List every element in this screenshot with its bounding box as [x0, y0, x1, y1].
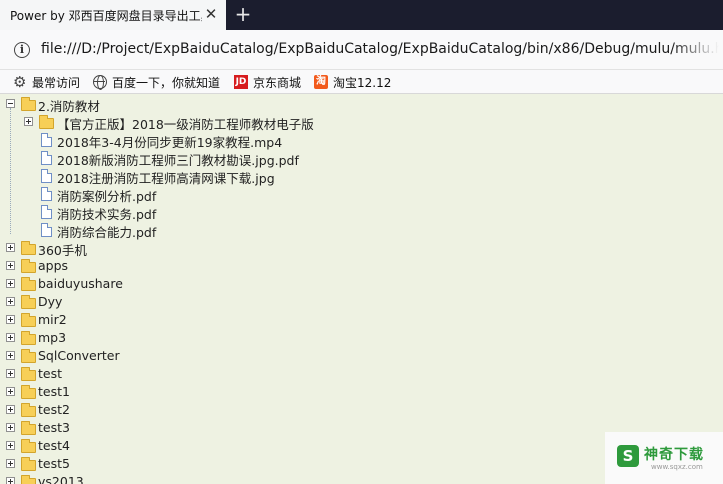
- tree-node-label: mp3: [38, 330, 67, 345]
- tree-node-label: Dyy: [38, 294, 63, 309]
- tree-node-folder[interactable]: test3: [0, 419, 300, 437]
- expand-icon[interactable]: [6, 369, 15, 378]
- expand-icon[interactable]: [6, 279, 15, 288]
- folder-icon: [21, 421, 36, 435]
- folder-icon: [21, 313, 36, 327]
- tree-node-folder[interactable]: test4: [0, 437, 300, 455]
- folder-icon: [21, 97, 36, 111]
- address-bar: i file:///D:/Project/ExpBaiduCatalog/Exp…: [0, 30, 723, 70]
- tree-node-folder[interactable]: test1: [0, 383, 300, 401]
- expand-icon[interactable]: [6, 243, 15, 252]
- bookmark-most-visited[interactable]: ⚙ 最常访问: [13, 73, 80, 91]
- folder-icon: [21, 241, 36, 255]
- close-tab-icon[interactable]: ✕: [204, 7, 218, 22]
- gear-icon: ⚙: [13, 73, 27, 91]
- folder-icon: [21, 331, 36, 345]
- new-tab-icon[interactable]: +: [232, 3, 254, 25]
- folder-icon: [39, 115, 54, 129]
- taobao-icon: 淘: [314, 75, 328, 89]
- expand-icon[interactable]: [6, 261, 15, 270]
- bookmark-label: 最常访问: [32, 75, 81, 90]
- tree-node-folder[interactable]: Dyy: [0, 293, 300, 311]
- bookmark-taobao[interactable]: 淘 淘宝12.12: [314, 73, 391, 91]
- tree-node-label: test: [38, 366, 63, 381]
- file-icon: [41, 169, 52, 183]
- tab-title: Power by 邓西百度网盘目录导出工具: [10, 8, 202, 23]
- expand-icon[interactable]: [6, 477, 15, 484]
- folder-icon: [21, 295, 36, 309]
- tree-node-folder[interactable]: test: [0, 365, 300, 383]
- tree-node-folder[interactable]: 【官方正版】2018一级消防工程师教材电子版: [0, 113, 400, 132]
- tree-node-folder[interactable]: test5: [0, 455, 300, 473]
- expand-icon[interactable]: [6, 351, 15, 360]
- file-icon: [41, 151, 52, 165]
- watermark-url: www.sqxz.com: [651, 463, 703, 471]
- tree-node-folder[interactable]: mp3: [0, 329, 300, 347]
- file-icon: [41, 187, 52, 201]
- info-icon[interactable]: i: [14, 42, 30, 58]
- folder-icon: [21, 385, 36, 399]
- tree-node-folder[interactable]: vs2013: [0, 473, 300, 484]
- tree-node-folder[interactable]: apps: [0, 257, 300, 275]
- bookmark-jd[interactable]: JD 京东商城: [234, 73, 301, 91]
- bookmark-label: 淘宝12.12: [333, 75, 392, 90]
- expand-icon[interactable]: [6, 423, 15, 432]
- globe-icon: [93, 75, 107, 90]
- tree-node-folder[interactable]: test2: [0, 401, 300, 419]
- tree-node-label: test3: [38, 420, 70, 435]
- file-icon: [41, 205, 52, 219]
- bookmark-label: 百度一下，你就知道: [112, 75, 221, 90]
- expand-icon[interactable]: [6, 405, 15, 414]
- tree-node-file[interactable]: 2018年3-4月份同步更新19家教程.mp4: [0, 131, 400, 150]
- browser-tab[interactable]: Power by 邓西百度网盘目录导出工具 ✕: [0, 0, 226, 30]
- url-field[interactable]: file:///D:/Project/ExpBaiduCatalog/ExpBa…: [41, 41, 719, 57]
- folder-icon: [21, 259, 36, 273]
- expand-icon[interactable]: [6, 297, 15, 306]
- tree-node-label: test2: [38, 402, 70, 417]
- folder-icon: [21, 457, 36, 471]
- tree-node-label: SqlConverter: [38, 348, 120, 363]
- expand-icon[interactable]: [24, 117, 33, 126]
- expand-icon[interactable]: [6, 315, 15, 324]
- file-icon: [41, 223, 52, 237]
- tree-node-label: test4: [38, 438, 70, 453]
- jd-icon: JD: [234, 75, 248, 89]
- watermark-text: 神奇下载: [644, 447, 704, 463]
- watermark-logo-icon: S: [617, 445, 639, 467]
- folder-icon: [21, 403, 36, 417]
- bookmark-label: 京东商城: [253, 75, 302, 90]
- collapse-icon[interactable]: [6, 99, 15, 108]
- folder-icon: [21, 349, 36, 363]
- folder-icon: [21, 475, 36, 484]
- tree-node-label: mir2: [38, 312, 67, 327]
- tree-node-label: baiduyushare: [38, 276, 123, 291]
- tab-strip: Power by 邓西百度网盘目录导出工具 ✕ +: [0, 0, 723, 30]
- tree-node-folder[interactable]: baiduyushare: [0, 275, 300, 293]
- watermark: S 神奇下载 www.sqxz.com: [605, 432, 723, 484]
- folder-icon: [21, 277, 36, 291]
- file-icon: [41, 133, 52, 147]
- tree-node-folder[interactable]: 360手机: [0, 239, 300, 258]
- tree-node-file[interactable]: 消防综合能力.pdf: [0, 221, 400, 240]
- expand-icon[interactable]: [6, 441, 15, 450]
- tree-node-file[interactable]: 2018注册消防工程师高清网课下载.jpg: [0, 167, 400, 186]
- expand-icon[interactable]: [6, 387, 15, 396]
- bookmark-baidu[interactable]: 百度一下，你就知道: [93, 73, 220, 91]
- tree-node-expanded[interactable]: 2.消防教材: [0, 95, 300, 114]
- folder-icon: [21, 439, 36, 453]
- tree-node-folder[interactable]: mir2: [0, 311, 300, 329]
- bookmarks-bar: ⚙ 最常访问 百度一下，你就知道 JD 京东商城 淘 淘宝12.12: [0, 70, 723, 94]
- tree-node-file[interactable]: 消防技术实务.pdf: [0, 203, 400, 222]
- tree-node-file[interactable]: 消防案例分析.pdf: [0, 185, 400, 204]
- expand-icon[interactable]: [6, 333, 15, 342]
- tree-node-label: vs2013: [38, 474, 84, 484]
- folder-icon: [21, 367, 36, 381]
- tree-node-label: apps: [38, 258, 69, 273]
- catalog-tree: 2.消防教材 【官方正版】2018一级消防工程师教材电子版 2018年3-4月份…: [0, 94, 723, 484]
- tree-node-label: test5: [38, 456, 70, 471]
- tree-node-label: test1: [38, 384, 70, 399]
- tree-node-file[interactable]: 2018新版消防工程师三门教材勘误.jpg.pdf: [0, 149, 400, 168]
- tree-node-folder[interactable]: SqlConverter: [0, 347, 300, 365]
- expand-icon[interactable]: [6, 459, 15, 468]
